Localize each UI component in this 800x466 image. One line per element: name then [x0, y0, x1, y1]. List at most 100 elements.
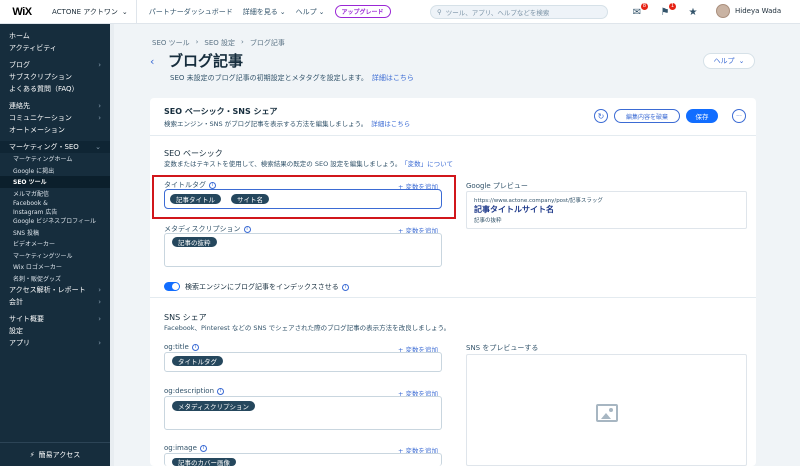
- sidebar-item-automation[interactable]: オートメーション: [0, 124, 110, 136]
- chevron-right-icon: ›: [98, 61, 101, 69]
- avatar: [716, 4, 730, 18]
- learn-more-link[interactable]: 詳細はこちら: [372, 74, 414, 82]
- info-icon[interactable]: i: [243, 225, 251, 233]
- seo-basic-subtitle-text: 変数またはテキストを使用して、検索結果の既定の SEO 設定を編集しましょう。: [164, 160, 402, 168]
- info-icon[interactable]: i: [199, 444, 207, 452]
- info-icon[interactable]: i: [191, 343, 199, 351]
- index-toggle-text: 検索エンジンにブログ記事をインデックスさせる: [185, 283, 339, 291]
- section-divider: [150, 297, 756, 298]
- variables-link[interactable]: 「変数」について: [404, 160, 453, 168]
- search-placeholder: ツール、アプリ、ヘルプなどを検索: [445, 9, 550, 17]
- quick-access-label: 簡易アクセス: [38, 450, 81, 459]
- chevron-right-icon: ›: [98, 114, 101, 122]
- search-input[interactable]: ⚲ ツール、アプリ、ヘルプなどを検索: [430, 5, 608, 19]
- sidebar-sub-marketing-home[interactable]: マーケティングホーム: [0, 153, 110, 165]
- reset-icon[interactable]: ↻: [594, 109, 608, 123]
- sidebar-item-home[interactable]: ホーム: [0, 30, 110, 42]
- variable-chip[interactable]: タイトルタグ: [172, 356, 223, 366]
- index-toggle-label: 検索エンジンにブログ記事をインデックスさせる i: [185, 282, 349, 292]
- variable-chip[interactable]: 記事の抜粋: [172, 237, 217, 247]
- sidebar-item-apps[interactable]: アプリ ›: [0, 337, 110, 349]
- variable-chip[interactable]: メタディスクリプション: [172, 401, 256, 411]
- sidebar-item-subscriptions[interactable]: サブスクリプション: [0, 71, 110, 83]
- info-icon[interactable]: i: [217, 387, 225, 395]
- partner-dashboard-link[interactable]: パートナーダッシュボード: [149, 7, 233, 17]
- save-button[interactable]: 保存: [686, 109, 718, 123]
- discard-changes-button[interactable]: 編集内容を破棄: [614, 109, 680, 123]
- sidebar-item-communication[interactable]: コミュニケーション ›: [0, 112, 110, 124]
- chevron-down-icon: ⌄: [279, 7, 286, 16]
- info-icon[interactable]: i: [209, 181, 216, 189]
- sidebar-sub-marketing-tools[interactable]: マーケティングツール: [0, 250, 110, 262]
- sidebar-sub-facebook-ads[interactable]: Facebook & Instagram 広告: [0, 199, 110, 216]
- chevron-down-icon: ⌄: [95, 143, 101, 151]
- sidebar-item-accounting[interactable]: 会計 ›: [0, 296, 110, 308]
- messages-icon[interactable]: ✉ 8: [630, 3, 648, 21]
- sidebar-sub-label: Instagram 広告: [13, 208, 58, 216]
- help-button[interactable]: ヘルプ ⌄: [703, 53, 755, 69]
- og-title-label-text: og:title: [164, 343, 189, 351]
- sidebar-sub-google-listing[interactable]: Google に掲出: [0, 165, 110, 177]
- card-learn-more-link[interactable]: 詳細はこちら: [371, 120, 410, 128]
- help-menu-label: ヘルプ: [295, 7, 317, 16]
- sidebar-item-label: コミュニケーション: [9, 114, 72, 122]
- sidebar-sub-video-maker[interactable]: ビデオメーカー: [0, 238, 110, 250]
- breadcrumb-seo-tools[interactable]: SEO ツール: [152, 38, 190, 48]
- quick-access-button[interactable]: ⚡ 簡易アクセス: [0, 442, 110, 466]
- bell-badge: 1: [668, 3, 676, 10]
- variable-chip[interactable]: 記事タイトル: [170, 194, 221, 204]
- chevron-right-icon: ›: [98, 102, 101, 110]
- back-arrow-icon[interactable]: ‹: [150, 55, 154, 68]
- messages-badge: 8: [640, 3, 648, 10]
- variable-chip[interactable]: サイト名: [231, 194, 269, 204]
- user-menu[interactable]: Hideya Wada: [716, 4, 781, 18]
- google-preview-label: Google プレビュー: [466, 182, 528, 190]
- upgrade-button[interactable]: アップグレード: [334, 5, 391, 18]
- bell-icon[interactable]: ⚑ 1: [658, 3, 676, 21]
- card-header: SEO ベーシック・SNS シェア 検索エンジン・SNS がブログ記事を表示する…: [150, 98, 756, 136]
- wix-logo[interactable]: WiX: [0, 0, 44, 24]
- chevron-down-icon: ⌄: [318, 7, 325, 16]
- breadcrumb-separator-icon: ›: [241, 38, 244, 46]
- sidebar-item-label: サイト概要: [9, 315, 44, 323]
- breadcrumb-current: ブログ記事: [249, 39, 285, 47]
- sidebar-item-site-overview[interactable]: サイト概要 ›: [0, 313, 110, 325]
- sidebar-item-contacts[interactable]: 連絡先 ›: [0, 100, 110, 112]
- sidebar-item-analytics[interactable]: アクセス解析・レポート ›: [0, 284, 110, 296]
- sns-preview-label: SNS をプレビューする: [466, 344, 539, 352]
- sidebar-item-marketing-seo[interactable]: マーケティング・SEO ⌄: [0, 141, 110, 153]
- sidebar-item-label: ホーム: [9, 32, 30, 40]
- sidebar-sub-social-posts[interactable]: SNS 投稿: [0, 227, 110, 239]
- sidebar-sub-google-business[interactable]: Google ビジネスプロフィール: [0, 215, 110, 227]
- sidebar-item-activity[interactable]: アクティビティ: [0, 42, 110, 54]
- sidebar-sub-seo-tools[interactable]: SEO ツール: [0, 176, 110, 188]
- card-subtitle: 検索エンジン・SNS がブログ記事を表示する方法を編集しましょう。 詳細はこちら: [164, 118, 410, 128]
- seo-basic-subtitle: 変数またはテキストを使用して、検索結果の既定の SEO 設定を編集しましょう。「…: [164, 158, 453, 168]
- sidebar-item-settings[interactable]: 設定: [0, 325, 110, 337]
- page-subtitle: SEO 未設定のブログ記事の初期設定とメタタグを設定します。 詳細はこちら: [170, 73, 414, 83]
- more-options-icon[interactable]: ···: [732, 109, 746, 123]
- sidebar-sub-business-cards[interactable]: 名刺・販促グッズ: [0, 273, 110, 285]
- details-menu[interactable]: 詳細を見る ⌄: [243, 7, 286, 17]
- info-icon[interactable]: i: [341, 283, 349, 291]
- index-toggle[interactable]: [164, 282, 180, 291]
- sidebar-sub-newsletter[interactable]: メルマガ配信: [0, 188, 110, 200]
- og-description-label-text: og:description: [164, 387, 215, 395]
- sidebar-item-faq[interactable]: よくある質問（FAQ）: [0, 83, 110, 95]
- sidebar-sub-logo-maker[interactable]: Wix ロゴメーカー: [0, 261, 110, 273]
- card-subtitle-text: 検索エンジン・SNS がブログ記事を表示する方法を編集しましょう。: [164, 120, 368, 128]
- breadcrumb-seo-settings[interactable]: SEO 設定: [204, 38, 235, 48]
- megaphone-icon[interactable]: ★: [686, 3, 700, 21]
- lightning-icon: ⚡: [29, 450, 35, 459]
- page-subtitle-text: SEO 未設定のブログ記事の初期設定とメタタグを設定します。: [170, 74, 368, 82]
- variable-chip[interactable]: 記事のカバー画像: [172, 458, 236, 466]
- sidebar-item-blog[interactable]: ブログ ›: [0, 59, 110, 71]
- og-image-label-text: og:image: [164, 444, 197, 452]
- sidebar-item-label: 設定: [9, 327, 23, 335]
- image-placeholder-icon: [596, 404, 618, 422]
- site-switcher[interactable]: ACTONE アクトワン ⌄: [44, 0, 137, 24]
- help-menu[interactable]: ヘルプ ⌄: [296, 7, 325, 17]
- sidebar-scrollbar[interactable]: [110, 24, 114, 466]
- card-title: SEO ベーシック・SNS シェア: [164, 107, 278, 116]
- sidebar-item-label: 連絡先: [9, 102, 30, 110]
